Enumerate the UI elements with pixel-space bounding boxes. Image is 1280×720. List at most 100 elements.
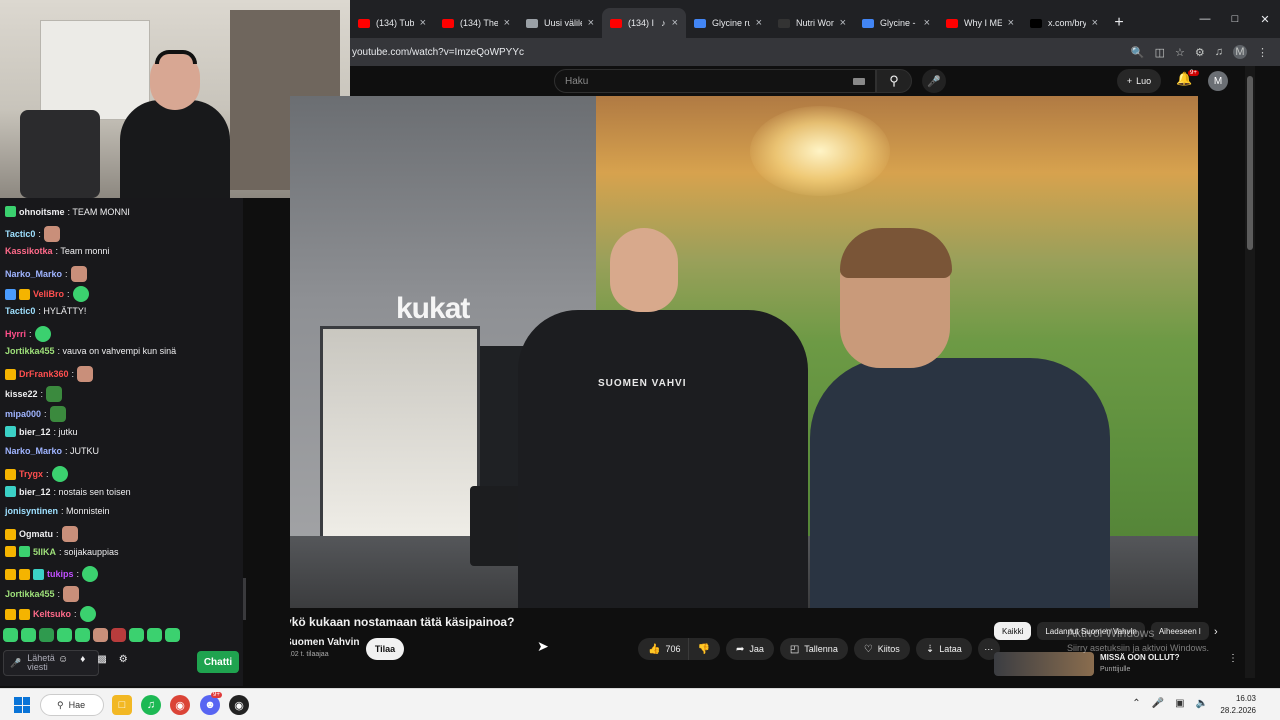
- search-input[interactable]: Haku: [554, 69, 876, 93]
- discord-icon[interactable]: ☻: [200, 695, 220, 715]
- page-scrollbar[interactable]: [1245, 66, 1255, 678]
- chat-badge-icon[interactable]: [5, 368, 16, 380]
- chat-username[interactable]: Jortikka455: [5, 589, 55, 599]
- voice-search-button[interactable]: 🎤: [922, 69, 946, 93]
- taskbar-clock[interactable]: 16.03 28.2.2026: [1220, 693, 1256, 717]
- url-field[interactable]: youtube.com/watch?v=ImzeQoWPYYc: [350, 47, 1131, 58]
- chat-username[interactable]: Narko_Marko: [5, 446, 62, 456]
- browser-tab[interactable]: Uusi välile ×: [518, 8, 602, 38]
- emote-icon[interactable]: [3, 628, 18, 642]
- close-tab-icon[interactable]: ×: [840, 17, 846, 29]
- recommended-menu-icon[interactable]: ⋮: [1228, 653, 1238, 664]
- close-tab-icon[interactable]: ×: [420, 17, 426, 29]
- share-button[interactable]: ➦ Jaa: [725, 638, 774, 660]
- close-tab-icon[interactable]: ×: [924, 17, 930, 29]
- emote-picker-icon[interactable]: ☺: [58, 654, 68, 665]
- close-tab-icon[interactable]: ×: [588, 17, 594, 29]
- close-tab-icon[interactable]: ×: [672, 17, 678, 29]
- chat-username[interactable]: Hyrri: [5, 329, 26, 339]
- minimize-icon[interactable]: —: [1190, 0, 1220, 38]
- close-window-icon[interactable]: ✕: [1250, 0, 1280, 38]
- chat-badge-icon[interactable]: [33, 568, 44, 580]
- taskbar-search[interactable]: ⚲ Hae: [40, 694, 104, 716]
- browser-profile-avatar[interactable]: M: [1233, 45, 1247, 59]
- channel-name[interactable]: Suomen Vahvin: [285, 637, 359, 648]
- like-button[interactable]: 👍 706: [638, 638, 689, 660]
- chat-badge-icon[interactable]: [5, 568, 16, 580]
- chip-related[interactable]: Aiheeseen l: [1150, 622, 1209, 640]
- scrollbar-thumb[interactable]: [1247, 76, 1253, 250]
- emote-icon[interactable]: [21, 628, 36, 642]
- emote-icon[interactable]: [111, 628, 126, 642]
- chat-username[interactable]: VeliBro: [33, 289, 64, 299]
- recommended-thumbnail[interactable]: [994, 652, 1094, 676]
- file-explorer-icon[interactable]: □: [112, 695, 132, 715]
- emote-icon[interactable]: [57, 628, 72, 642]
- emote-icon[interactable]: [147, 628, 162, 642]
- chat-badge-icon[interactable]: [5, 608, 16, 620]
- maximize-icon[interactable]: □: [1220, 0, 1250, 38]
- chat-username[interactable]: Ogmatu: [19, 529, 53, 539]
- chat-badge-icon[interactable]: [19, 546, 30, 557]
- chat-username[interactable]: DrFrank360: [19, 369, 69, 379]
- chat-badge-icon[interactable]: [5, 528, 16, 540]
- youtube-avatar[interactable]: M: [1208, 71, 1228, 91]
- browser-menu-icon[interactable]: ⋮: [1257, 46, 1268, 59]
- browser-tab[interactable]: Glycine ru ×: [686, 8, 770, 38]
- chat-username[interactable]: mipa000: [5, 409, 41, 419]
- browser-tab[interactable]: (134) Tub ×: [350, 8, 434, 38]
- settings-gear-icon[interactable]: ⚙: [119, 654, 128, 665]
- chat-username[interactable]: Trygx: [19, 469, 43, 479]
- chat-badge-icon[interactable]: [19, 608, 30, 620]
- chevron-right-icon[interactable]: ›: [1214, 626, 1218, 638]
- chat-username[interactable]: tukips: [47, 569, 74, 579]
- chat-username[interactable]: bier_12: [19, 487, 51, 497]
- browser-tab[interactable]: (134) The ×: [434, 8, 518, 38]
- chat-username[interactable]: Jortikka455: [5, 346, 55, 356]
- cast-icon[interactable]: ◫: [1155, 46, 1165, 59]
- search-button[interactable]: ⚲: [876, 69, 912, 93]
- speaker-icon[interactable]: ♪: [661, 18, 666, 28]
- spotify-icon[interactable]: ♫: [141, 695, 161, 715]
- download-button[interactable]: ⇣ Lataa: [915, 638, 972, 660]
- bookmark-star-icon[interactable]: ☆: [1175, 46, 1185, 59]
- chat-badge-icon[interactable]: [5, 426, 16, 437]
- emote-icon[interactable]: [129, 628, 144, 642]
- store-icon[interactable]: ▩: [97, 654, 106, 665]
- obs-icon[interactable]: ◉: [229, 695, 249, 715]
- windows-start-icon[interactable]: [14, 697, 30, 713]
- chrome-icon[interactable]: ◉: [170, 695, 190, 715]
- close-tab-icon[interactable]: ×: [1092, 17, 1098, 29]
- close-tab-icon[interactable]: ×: [1008, 17, 1014, 29]
- zoom-icon[interactable]: 🔍: [1131, 46, 1145, 59]
- tray-chevron-icon[interactable]: ⌃: [1132, 698, 1140, 709]
- emote-icon[interactable]: [39, 628, 54, 642]
- dislike-button[interactable]: 👎: [688, 638, 720, 660]
- emote-icon[interactable]: [93, 628, 108, 642]
- chat-username[interactable]: Tactic0: [5, 229, 35, 239]
- volume-icon[interactable]: 🔈: [1196, 698, 1208, 709]
- keyboard-icon[interactable]: [853, 77, 865, 85]
- network-icon[interactable]: ▣: [1175, 698, 1184, 709]
- save-button[interactable]: ◰ Tallenna: [779, 638, 848, 660]
- chat-username[interactable]: jonisyntinen: [5, 506, 58, 516]
- chat-badge-icon[interactable]: [19, 288, 30, 300]
- chat-badge-icon[interactable]: [5, 468, 16, 480]
- extensions-icon[interactable]: ⚙: [1195, 46, 1205, 59]
- chat-badge-icon[interactable]: [5, 486, 16, 497]
- emote-icon[interactable]: [165, 628, 180, 642]
- chat-badge-icon[interactable]: [5, 288, 16, 300]
- chat-username[interactable]: 5IIKA: [33, 547, 56, 557]
- browser-tab[interactable]: Why I ME ×: [938, 8, 1022, 38]
- chat-username[interactable]: ohnoitsme: [19, 207, 65, 217]
- video-player[interactable]: kukat SUOMEN VAHVI: [290, 96, 1198, 608]
- chat-scroll-handle[interactable]: [243, 578, 246, 620]
- chat-send-button[interactable]: Chatti: [197, 651, 239, 673]
- chat-username[interactable]: Tactic0: [5, 306, 35, 316]
- close-tab-icon[interactable]: ×: [756, 17, 762, 29]
- tray-mic-icon[interactable]: 🎤: [1152, 698, 1164, 709]
- chat-username[interactable]: Kassikotka: [5, 246, 53, 256]
- chat-username[interactable]: Keltsuko: [33, 609, 71, 619]
- create-button[interactable]: + Luo: [1117, 69, 1161, 93]
- chat-badge-icon[interactable]: [5, 206, 16, 217]
